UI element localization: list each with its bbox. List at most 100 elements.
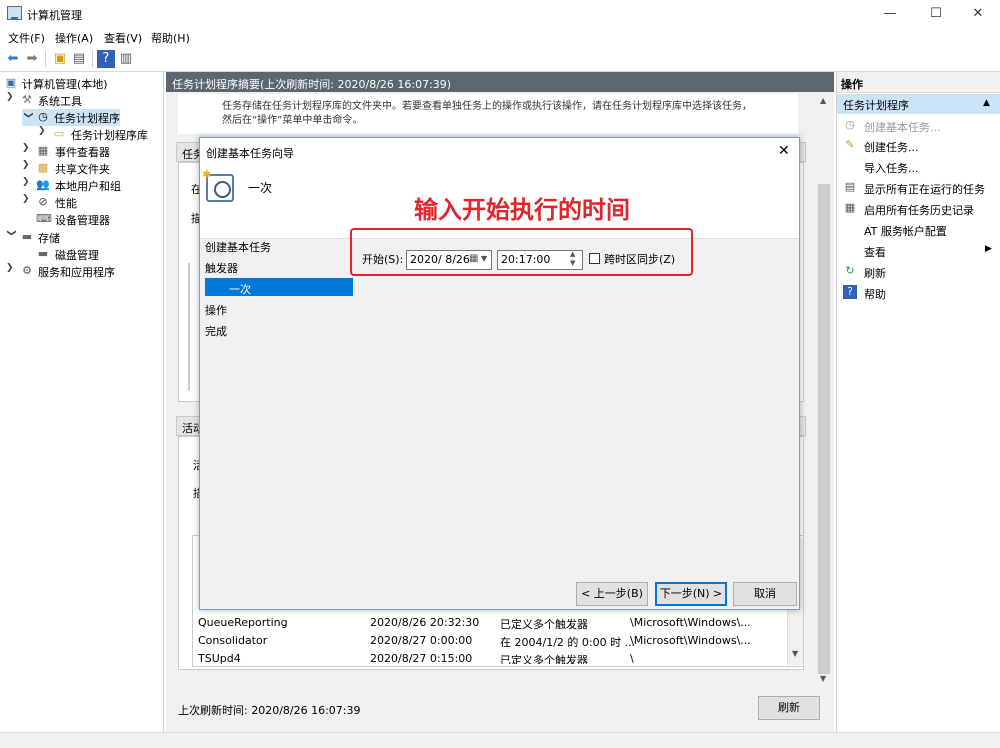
table-row[interactable]: QueueReporting 2020/8/26 20:32:30 已定义多个触… bbox=[198, 614, 798, 632]
back-arrow-icon[interactable]: ⬅ bbox=[4, 50, 22, 68]
action-show-running[interactable]: ▤ 显示所有正在运行的任务 bbox=[837, 177, 1000, 198]
action-create-basic-task[interactable]: ◷ 创建基本任务... bbox=[837, 115, 1000, 136]
menu-view[interactable]: 查看(V) bbox=[104, 30, 142, 46]
show-action-pane-icon[interactable]: ▥ bbox=[117, 50, 135, 68]
summary-header: 任务计划程序摘要(上次刷新时间: 2020/8/26 16:07:39) bbox=[166, 72, 834, 92]
next-button[interactable]: 下一步(N) > bbox=[655, 582, 727, 606]
tree-device-manager[interactable]: ⌨ 设备管理器 bbox=[22, 211, 162, 228]
tree-task-scheduler[interactable]: ◷ 任务计划程序 bbox=[22, 109, 120, 126]
center-scrollbar[interactable]: ▲ ▼ bbox=[816, 94, 832, 688]
status-bar bbox=[0, 732, 1000, 748]
submenu-arrow-icon: ▶ bbox=[985, 244, 992, 254]
scroll-down-icon[interactable]: ▼ bbox=[820, 674, 826, 683]
toolbar: ⬅ ➡ ▣ ▤ ? ▥ bbox=[0, 46, 1000, 72]
tree-storage[interactable]: ❯ ▬ 存储 bbox=[6, 229, 162, 246]
storage-icon: ▬ bbox=[21, 230, 33, 243]
action-import-task[interactable]: 导入任务... bbox=[837, 156, 1000, 177]
dialog-title: 创建基本任务向导 bbox=[206, 147, 294, 160]
star-icon: ✱ bbox=[202, 168, 212, 181]
tree-root-label: 计算机管理(本地) bbox=[22, 78, 108, 91]
tree-task-library[interactable]: ❯ ▭ 任务计划程序库 bbox=[38, 126, 162, 143]
menu-file[interactable]: 文件(F) bbox=[8, 30, 45, 46]
menu-action[interactable]: 操作(A) bbox=[55, 30, 93, 46]
services-icon: ⚙ bbox=[22, 264, 32, 277]
help-icon[interactable]: ? bbox=[97, 50, 115, 68]
cancel-button[interactable]: 取消 bbox=[733, 582, 797, 606]
users-icon: 👥 bbox=[36, 178, 50, 191]
collapse-up-icon[interactable]: ▲ bbox=[983, 98, 990, 108]
chevron-right-icon[interactable]: ❯ bbox=[22, 143, 32, 153]
tree-device-manager-label: 设备管理器 bbox=[55, 214, 110, 227]
scrollbar-thumb[interactable] bbox=[818, 184, 830, 674]
action-label: 创建基本任务... bbox=[864, 121, 941, 134]
menu-help[interactable]: 帮助(H) bbox=[151, 30, 190, 46]
chevron-down-icon[interactable]: ❯ bbox=[6, 92, 16, 102]
tree-local-users-label: 本地用户和组 bbox=[55, 180, 121, 193]
chevron-down-icon[interactable]: ❯ bbox=[23, 111, 33, 119]
table-row[interactable]: Consolidator 2020/8/27 0:00:00 在 2004/1/… bbox=[198, 632, 798, 650]
close-button[interactable]: ✕ bbox=[956, 0, 1000, 28]
chevron-right-icon[interactable]: ❯ bbox=[22, 194, 32, 204]
window-title: 计算机管理 bbox=[27, 9, 82, 22]
actions-header: 操作 bbox=[837, 72, 1000, 93]
tree-event-viewer-label: 事件查看器 bbox=[55, 146, 110, 159]
tree-event-viewer[interactable]: ❯ ▦ 事件查看器 bbox=[22, 143, 162, 160]
action-view[interactable]: 查看 ▶ bbox=[837, 240, 1000, 261]
tree-local-users[interactable]: ❯ 👥 本地用户和组 bbox=[22, 177, 162, 194]
action-label: 查看 bbox=[864, 246, 886, 259]
table-row[interactable]: TSUpd4 2020/8/27 0:15:00 已定义多个触发器 \ bbox=[198, 650, 798, 664]
tree-task-scheduler-label: 任务计划程序 bbox=[54, 112, 120, 125]
tree-task-library-label: 任务计划程序库 bbox=[71, 129, 148, 142]
tree-shared-folders[interactable]: ❯ ▩ 共享文件夹 bbox=[22, 160, 162, 177]
forward-arrow-icon[interactable]: ➡ bbox=[23, 50, 41, 68]
actions-section-label: 任务计划程序 bbox=[843, 99, 909, 112]
tree-services-apps[interactable]: ❯ ⚙ 服务和应用程序 bbox=[6, 263, 162, 280]
wizard-step-action: 操作 bbox=[205, 304, 227, 317]
chevron-right-icon[interactable]: ❯ bbox=[22, 160, 32, 170]
chevron-right-icon[interactable]: ❯ bbox=[6, 263, 16, 273]
intro-text-1: 任务存储在任务计划程序库的文件夹中。若要查看单独任务上的操作或执行该操作，请在任… bbox=[222, 101, 752, 112]
task-path: \ bbox=[630, 652, 634, 664]
intro-panel: 任务存储在任务计划程序库的文件夹中。若要查看单独任务上的操作或执行该操作，请在任… bbox=[178, 94, 798, 134]
action-label: 启用所有任务历史记录 bbox=[864, 204, 974, 217]
chevron-right-icon[interactable]: ❯ bbox=[22, 177, 32, 187]
refresh-icon: ↻ bbox=[845, 264, 855, 277]
up-folder-icon[interactable]: ▣ bbox=[51, 50, 69, 68]
tree-system-tools[interactable]: ❯ ⚒ 系统工具 bbox=[6, 92, 162, 109]
title-bar: 计算机管理 — ☐ ✕ bbox=[0, 0, 1000, 28]
tree-root[interactable]: ▣ 计算机管理(本地) bbox=[4, 75, 162, 92]
tree-performance[interactable]: ❯ ⊘ 性能 bbox=[22, 194, 162, 211]
computer-management-icon bbox=[7, 6, 22, 20]
menu-bar: 文件(F) 操作(A) 查看(V) 帮助(H) bbox=[0, 28, 1000, 46]
minimize-button[interactable]: — bbox=[868, 0, 912, 28]
back-button[interactable]: < 上一步(B) bbox=[576, 582, 648, 606]
tree-storage-label: 存储 bbox=[38, 232, 60, 245]
performance-icon: ⊘ bbox=[38, 195, 48, 208]
clock-icon: ◷ bbox=[38, 110, 48, 123]
scroll-up-icon[interactable]: ▲ bbox=[820, 96, 826, 105]
last-refresh-text: 上次刷新时间: 2020/8/26 16:07:39 bbox=[178, 704, 361, 717]
folder-icon: ▭ bbox=[53, 127, 65, 140]
chevron-right-icon[interactable]: ❯ bbox=[38, 126, 48, 136]
tree-disk-management[interactable]: ▬ 磁盘管理 bbox=[22, 246, 162, 263]
tree-performance-label: 性能 bbox=[55, 197, 77, 210]
action-label: 导入任务... bbox=[864, 162, 919, 175]
action-at-service[interactable]: AT 服务帐户配置 bbox=[837, 219, 1000, 240]
action-label: 刷新 bbox=[864, 267, 886, 280]
refresh-button[interactable]: 刷新 bbox=[758, 696, 820, 720]
dialog-close-button[interactable]: ✕ bbox=[778, 143, 790, 159]
wizard-icon: ◷ bbox=[845, 118, 855, 131]
action-help[interactable]: ? 帮助 bbox=[837, 282, 1000, 303]
chevron-down-icon[interactable]: ❯ bbox=[6, 229, 16, 239]
device-manager-icon: ⌨ bbox=[36, 212, 52, 225]
actions-header-label: 操作 bbox=[841, 78, 863, 91]
show-hide-tree-icon[interactable]: ▤ bbox=[70, 50, 88, 68]
action-create-task[interactable]: ✎ 创建任务... bbox=[837, 135, 1000, 156]
actions-section-task-scheduler[interactable]: 任务计划程序 ▲ bbox=[837, 94, 1000, 114]
action-label: 帮助 bbox=[864, 288, 886, 301]
dialog-heading: 一次 bbox=[248, 181, 273, 195]
maximize-button[interactable]: ☐ bbox=[914, 0, 958, 28]
action-label: AT 服务帐户配置 bbox=[864, 225, 947, 238]
action-enable-history[interactable]: ▦ 启用所有任务历史记录 bbox=[837, 198, 1000, 219]
action-refresh[interactable]: ↻ 刷新 bbox=[837, 261, 1000, 282]
